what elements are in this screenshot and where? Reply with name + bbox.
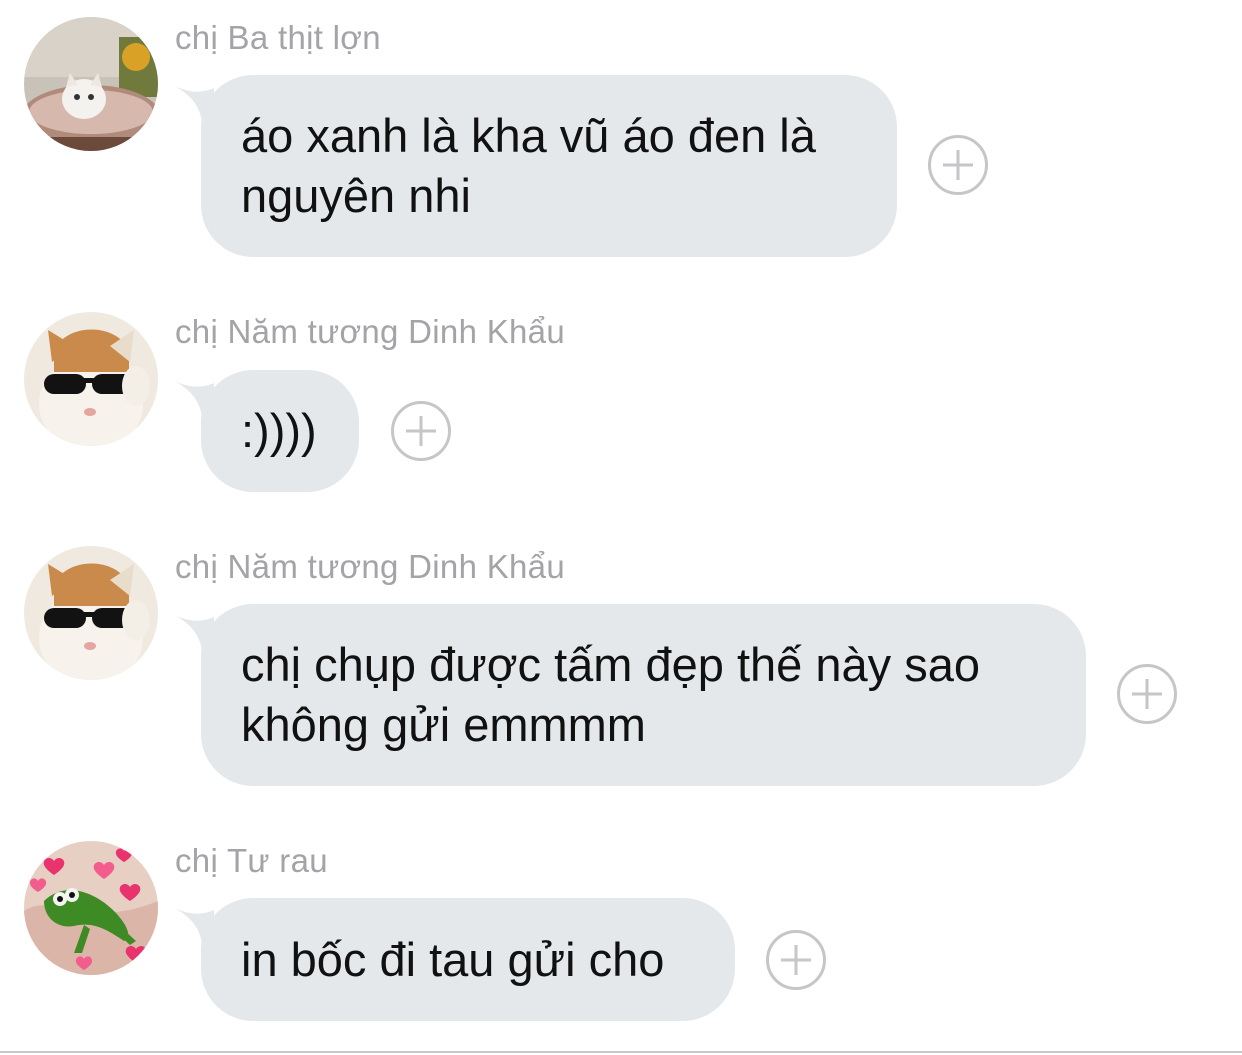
message-text: :)))) — [241, 404, 317, 457]
sender-name: chị Năm tương Dinh Khẩu — [175, 548, 565, 585]
add-reaction-icon[interactable] — [1117, 664, 1177, 724]
message-text: in bốc đi tau gửi cho — [241, 932, 665, 986]
sender-name: chị Ba thịt lợn — [175, 19, 381, 56]
frog-hearts-avatar-icon[interactable] — [24, 841, 158, 975]
chat-thread: chị Ba thịt lợn áo xanh là kha vũ áo đen… — [0, 0, 1242, 1055]
message-bubble[interactable]: áo xanh là kha vũ áo đen là nguyên nhi — [201, 75, 897, 257]
kitten-avatar-icon[interactable] — [24, 17, 158, 151]
sunglasses-cat-avatar-icon[interactable] — [24, 312, 158, 446]
message-bubble[interactable]: :)))) — [201, 370, 359, 492]
message-text: áo xanh là kha vũ áo đen là nguyên nhi — [241, 109, 816, 222]
sender-name: chị Tư rau — [175, 842, 328, 879]
message-bubble[interactable]: in bốc đi tau gửi cho — [201, 898, 735, 1021]
add-reaction-icon[interactable] — [766, 930, 826, 990]
divider — [0, 1051, 1242, 1053]
add-reaction-icon[interactable] — [391, 401, 451, 461]
sender-name: chị Năm tương Dinh Khẩu — [175, 313, 565, 350]
message-text: chị chụp được tấm đẹp thế này sao không … — [241, 638, 980, 751]
sunglasses-cat-avatar-icon[interactable] — [24, 546, 158, 680]
message-bubble[interactable]: chị chụp được tấm đẹp thế này sao không … — [201, 604, 1086, 786]
add-reaction-icon[interactable] — [928, 135, 988, 195]
